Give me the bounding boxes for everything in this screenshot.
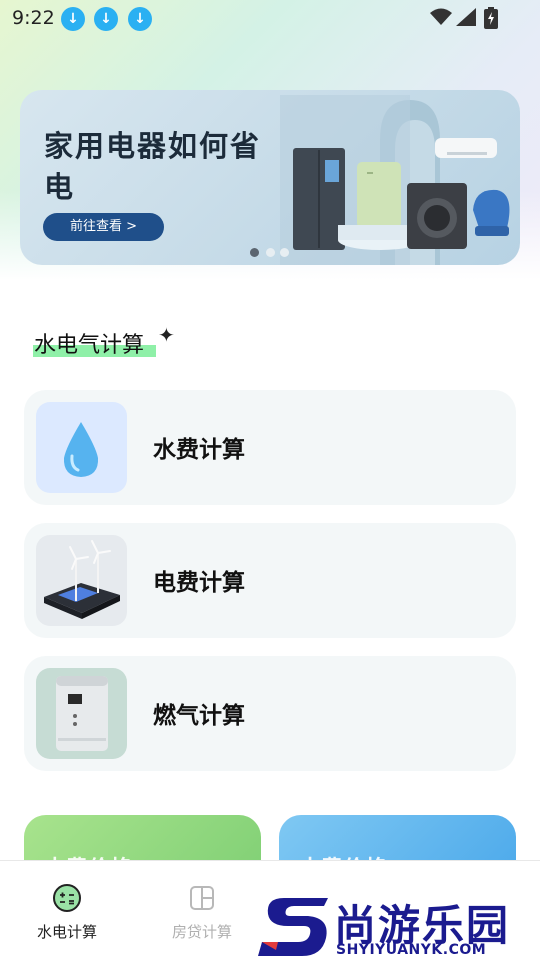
view-more-button[interactable]: 前往查看 > [43, 213, 164, 241]
calculator-icon [53, 884, 81, 912]
tab-mortgage-calc[interactable]: 房贷计算 [152, 861, 252, 960]
electricity-fee-label: 电费计算 [153, 570, 245, 596]
sparkle-icon: ✦ [158, 323, 175, 347]
pagination-dot[interactable] [280, 248, 289, 257]
status-time: 9:22 [12, 7, 55, 29]
download-notification-icon: ↓ [128, 7, 152, 31]
watermark-logo [258, 898, 328, 956]
tab-utility-calc[interactable]: 水电计算 [17, 861, 117, 960]
site-watermark: 尚游乐园 SHYIYUANYK.COM [258, 890, 540, 960]
download-notification-icon: ↓ [61, 7, 85, 31]
banner-title: 家用电器如何省电 [44, 129, 262, 204]
electricity-fee-card[interactable]: 电费计算 [24, 523, 516, 638]
watermark-subtext: SHYIYUANYK.COM [336, 942, 487, 958]
pagination-dot-active[interactable] [250, 248, 259, 257]
status-bar: 9:22 ↓ ↓ ↓ [0, 0, 540, 36]
water-heater-icon [36, 668, 127, 759]
wifi-icon [430, 8, 452, 25]
wind-turbine-icon [36, 535, 127, 626]
water-fee-label: 水费计算 [153, 437, 245, 463]
pagination-dot[interactable] [266, 248, 275, 257]
tab-label: 水电计算 [36, 923, 97, 941]
house-loan-icon [190, 886, 214, 910]
appliances-illustration [280, 95, 510, 265]
gas-fee-card[interactable]: 燃气计算 [24, 656, 516, 771]
water-drop-icon [36, 402, 127, 493]
battery-charging-icon [484, 7, 498, 29]
water-fee-card[interactable]: 水费计算 [24, 390, 516, 505]
promo-banner[interactable]: 家用电器如何省电 前往查看 > [20, 90, 520, 265]
gas-fee-label: 燃气计算 [153, 703, 245, 729]
download-notification-icon: ↓ [94, 7, 118, 31]
signal-icon [456, 8, 476, 26]
section-title: 水电气计算 [34, 333, 145, 358]
tab-label: 房贷计算 [171, 923, 232, 941]
